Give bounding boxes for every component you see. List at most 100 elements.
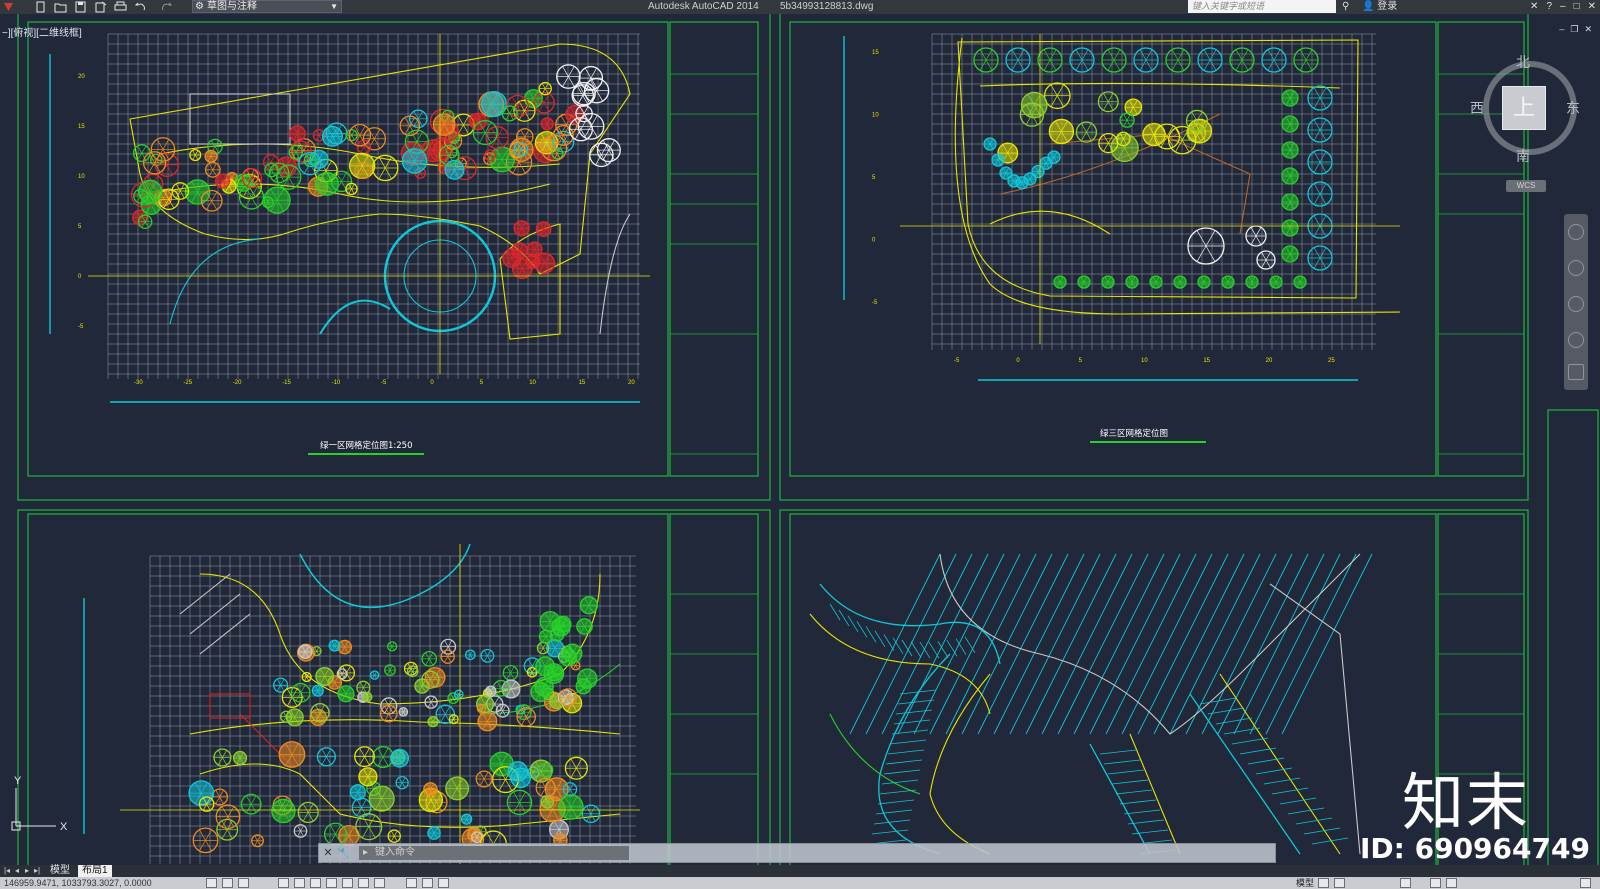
ucs-icon: Y X (11, 775, 68, 833)
quick-properties-icon[interactable] (422, 878, 433, 888)
tab-model[interactable]: 模型 (46, 865, 74, 877)
quick-view-drawings-icon[interactable] (1334, 878, 1345, 888)
workspace-label: 草图与注释 (207, 1, 257, 12)
user-icon: 👤 (1362, 1, 1375, 12)
app-menu-icon[interactable] (2, 1, 15, 13)
x-tick-label: -5 (381, 380, 387, 386)
svg-text:X: X (60, 821, 68, 833)
y-tick-label: -5 (78, 324, 84, 330)
compass-east[interactable]: 东 (1566, 98, 1580, 118)
x-tick-label: -20 (233, 380, 242, 386)
tab-layout1[interactable]: 布局1 (78, 865, 112, 877)
selection-cycling-icon[interactable] (438, 878, 449, 888)
3d-osnap-icon[interactable] (310, 878, 321, 888)
open-file-icon[interactable] (54, 1, 67, 13)
x-tick-label: 5 (480, 380, 484, 386)
orbit-icon[interactable] (1568, 332, 1584, 348)
workspace-switch-icon[interactable] (1430, 878, 1441, 888)
wrench-icon[interactable]: 🔧 (337, 846, 351, 860)
print-icon[interactable] (114, 1, 127, 13)
layout-tabs: |◂ ◂ ▸ ▸| 模型 布局1 (0, 865, 1600, 877)
search-input[interactable]: 键入关键字或短语 (1188, 0, 1336, 13)
snap-icon[interactable] (206, 878, 217, 888)
command-input[interactable]: ▸ 键入命令 (359, 846, 629, 860)
first-tab-icon[interactable]: |◂ (2, 866, 12, 876)
compass-west[interactable]: 西 (1470, 98, 1484, 118)
x-tick-label: -25 (183, 380, 192, 386)
otrack-icon[interactable] (326, 878, 337, 888)
ortho-icon[interactable] (238, 878, 249, 888)
x-tick-label: 5 (1079, 358, 1083, 364)
x-tick-label: 20 (628, 380, 635, 386)
zoom-icon[interactable] (1568, 296, 1584, 312)
x-tick-label: -5 (954, 358, 960, 364)
polar-icon[interactable] (278, 878, 289, 888)
status-model-label[interactable]: 模型 (1296, 877, 1314, 889)
site-plan-4 (809, 553, 1373, 855)
quick-view-layouts-icon[interactable] (1318, 878, 1329, 888)
clean-screen-icon[interactable] (1580, 878, 1591, 888)
minimize-icon[interactable]: – (1560, 0, 1566, 13)
x-tick-label: 0 (430, 380, 434, 386)
transparency-icon[interactable] (406, 878, 417, 888)
tree-symbols-1 (130, 64, 621, 280)
x-tick-label: 15 (579, 380, 586, 386)
close-icon[interactable]: ✕ (1588, 0, 1596, 13)
compass-south[interactable]: 南 (1516, 146, 1530, 166)
window-controls: ✕ ? – □ ✕ (1530, 0, 1596, 13)
close-icon[interactable]: ✕ (321, 846, 335, 860)
new-file-icon[interactable] (34, 1, 47, 13)
search-icon[interactable]: ⚲ (1342, 0, 1349, 13)
showmotion-icon[interactable] (1568, 364, 1584, 380)
workspace-dropdown[interactable]: ⚙ 草图与注释 ▼ (192, 0, 342, 13)
app-title: Autodesk AutoCAD 2014 (648, 1, 759, 12)
exchange-icon[interactable]: ✕ (1530, 0, 1538, 13)
wcs-menu[interactable]: WCS (1506, 180, 1546, 192)
cube-top-face[interactable]: 上 (1502, 86, 1546, 130)
osnap-icon[interactable] (294, 878, 305, 888)
status-bar: 146959.9471, 1033793.3027, 0.0000 模型 (0, 877, 1600, 889)
maximize-icon[interactable]: □ (1574, 0, 1580, 13)
prev-tab-icon[interactable]: ◂ (12, 866, 22, 876)
ducs-icon[interactable] (342, 878, 353, 888)
lineweight-icon[interactable] (374, 878, 385, 888)
grid-sheet-2 (931, 33, 1376, 350)
steering-wheel-icon[interactable] (1568, 224, 1584, 240)
last-tab-icon[interactable]: ▸| (32, 866, 42, 876)
command-line: ✕ 🔧 ▸ 键入命令 (318, 843, 1276, 863)
next-tab-icon[interactable]: ▸ (22, 866, 32, 876)
restore-icon[interactable]: ❐ (1570, 24, 1578, 35)
coordinate-readout: 146959.9471, 1033793.3027, 0.0000 (4, 878, 152, 888)
redo-icon[interactable] (160, 1, 173, 13)
x-tick-label: 20 (1266, 358, 1273, 364)
y-tick-label: 15 (78, 124, 85, 130)
y-tick-label: 10 (78, 174, 85, 180)
gear-icon: ⚙ (195, 1, 204, 12)
document-title: 5b34993128813.dwg (780, 1, 874, 12)
lock-icon[interactable] (1446, 878, 1457, 888)
command-placeholder: 键入命令 (375, 847, 415, 858)
drawing-canvas[interactable]: 20 15 10 5 0 -5 -30 -25 -20 -15 -10 -5 0 5 10 15 20 绿一区… (0, 14, 1600, 865)
undo-icon[interactable] (134, 1, 147, 13)
viewport-controls[interactable]: −][俯视][二维线框] (2, 24, 82, 39)
annotation-scale-icon[interactable] (1400, 878, 1411, 888)
x-tick-label: 10 (1141, 358, 1148, 364)
watermark-id: ID: 690964749 (1360, 832, 1590, 865)
minimize-icon[interactable]: – (1559, 24, 1564, 35)
save-icon[interactable] (74, 1, 87, 13)
help-icon[interactable]: ? (1546, 0, 1552, 13)
sheet-1-title: 绿一区网格定位图1:250 (320, 440, 413, 451)
x-tick-label: -15 (282, 380, 291, 386)
save-as-icon[interactable] (94, 1, 107, 13)
x-tick-label: 25 (1328, 358, 1335, 364)
login-button[interactable]: 👤 登录 (1362, 0, 1397, 13)
pan-icon[interactable] (1568, 260, 1584, 276)
y-tick-label: 20 (78, 74, 85, 80)
autocad-window: ⚙ 草图与注释 ▼ Autodesk AutoCAD 2014 5b349931… (0, 0, 1600, 889)
chevron-down-icon: ▼ (330, 2, 338, 11)
grid-icon[interactable] (222, 878, 233, 888)
close-icon[interactable]: ✕ (1584, 24, 1592, 35)
x-tick-label: 0 (1016, 358, 1020, 364)
compass-north[interactable]: 北 (1516, 52, 1530, 72)
dyn-icon[interactable] (358, 878, 369, 888)
